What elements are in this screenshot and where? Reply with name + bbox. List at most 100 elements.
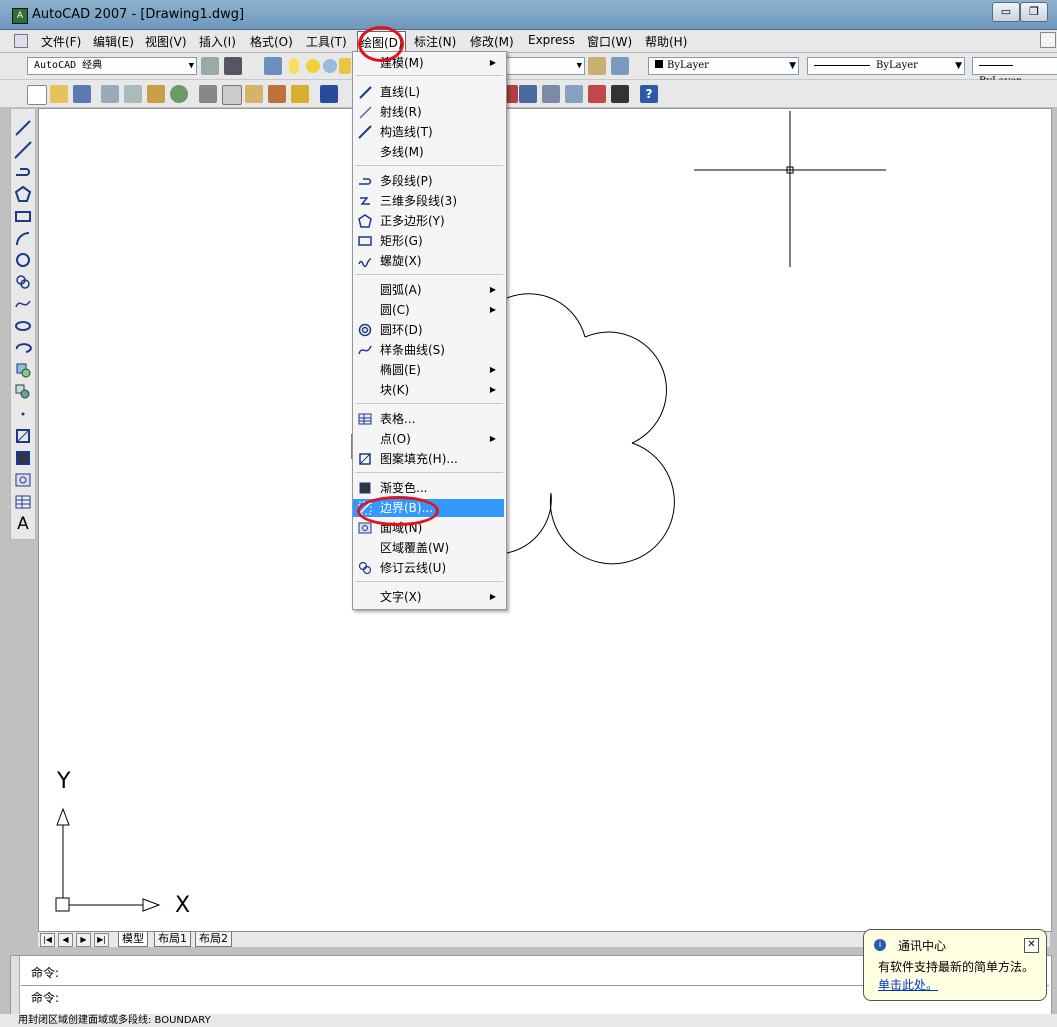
tab-layout2[interactable]: 布局2 [195, 932, 232, 947]
menu-item-donut[interactable]: 圆环(D) [353, 321, 504, 339]
copy-icon[interactable] [222, 85, 242, 105]
layer-previous-icon[interactable] [611, 57, 629, 75]
xline-icon[interactable] [14, 141, 32, 159]
polyline-icon[interactable] [14, 163, 32, 181]
properties-icon[interactable] [519, 85, 537, 103]
ellipse-icon[interactable] [14, 317, 32, 335]
freeze-icon[interactable] [323, 59, 337, 73]
menu-item-helix[interactable]: 螺旋(X) [353, 252, 504, 270]
table-icon[interactable] [14, 493, 32, 511]
menu-item-ellipse[interactable]: 椭圆(E) ▶ [353, 361, 504, 379]
tab-prev-button[interactable]: ◀ [58, 933, 73, 947]
save-icon[interactable] [73, 85, 91, 103]
publish-icon[interactable] [147, 85, 165, 103]
cut-icon[interactable] [199, 85, 217, 103]
line-icon[interactable] [14, 119, 32, 137]
region-icon[interactable] [14, 471, 32, 489]
menu-item-revcloud[interactable]: 修订云线(U) [353, 559, 504, 577]
restore-button[interactable]: ❐ [1020, 2, 1048, 22]
menu-item-xline[interactable]: 构造线(T) [353, 123, 504, 141]
multiline-text-icon[interactable]: A [14, 515, 32, 533]
markup-icon[interactable] [588, 85, 606, 103]
doc-restore-button[interactable] [1040, 32, 1056, 48]
help-icon[interactable]: ? [640, 85, 658, 103]
menu-help[interactable]: 帮助(H) [645, 33, 687, 50]
menu-item-gradient[interactable]: 渐变色... [353, 479, 504, 497]
menu-dimension[interactable]: 标注(N) [414, 33, 456, 50]
menu-item-wipeout[interactable]: 区域覆盖(W) [353, 539, 504, 557]
menu-item-arc[interactable]: 圆弧(A) ▶ [353, 281, 504, 299]
menu-item-table[interactable]: 表格... [353, 410, 504, 428]
arc-icon[interactable] [14, 229, 32, 247]
gradient-icon[interactable] [14, 449, 32, 467]
workspace-select[interactable]: AutoCAD 经典 ▼ [27, 57, 197, 75]
menu-insert[interactable]: 插入(I) [199, 33, 236, 50]
make-block-icon[interactable] [14, 383, 32, 401]
balloon-link[interactable]: 单击此处。 [878, 976, 938, 993]
tab-model[interactable]: 模型 [118, 932, 148, 947]
menu-format[interactable]: 格式(O) [250, 33, 293, 50]
menu-item-point[interactable]: 点(O) ▶ [353, 430, 504, 448]
workspace-settings-icon[interactable] [201, 57, 219, 75]
menu-modify[interactable]: 修改(M) [470, 33, 514, 50]
balloon-close-button[interactable]: ✕ [1024, 938, 1039, 953]
open-icon[interactable] [50, 85, 68, 103]
menu-tools[interactable]: 工具(T) [306, 33, 347, 50]
minimize-button[interactable]: ▭ [992, 2, 1020, 22]
publish-web-icon[interactable] [170, 85, 188, 103]
point-icon[interactable] [14, 405, 32, 423]
menu-item-pline[interactable]: 多段线(P) [353, 172, 504, 190]
sheet-set-icon[interactable] [565, 85, 583, 103]
menu-edit[interactable]: 编辑(E) [93, 33, 134, 50]
document-icon[interactable] [14, 34, 28, 48]
menu-item-hatch[interactable]: 图案填充(H)... [353, 450, 504, 468]
command-window-grip[interactable] [11, 956, 20, 1014]
new-icon[interactable] [27, 85, 47, 105]
lightbulb-icon[interactable] [289, 58, 299, 74]
drawing-canvas[interactable]: Y X [38, 108, 1052, 932]
make-layer-current-icon[interactable] [588, 57, 606, 75]
menu-item-spline[interactable]: 样条曲线(S) [353, 341, 504, 359]
circle-icon[interactable] [14, 251, 32, 269]
menu-express[interactable]: Express [528, 33, 575, 47]
menu-item-3dpoly[interactable]: 三维多段线(3) [353, 192, 504, 210]
sun-icon[interactable] [306, 59, 320, 73]
design-center-icon[interactable] [542, 85, 560, 103]
tab-layout1[interactable]: 布局1 [154, 932, 191, 947]
layer-manager-icon[interactable] [264, 57, 282, 75]
ellipse-arc-icon[interactable] [14, 339, 32, 357]
tab-first-button[interactable]: |◀ [40, 933, 55, 947]
calculator-icon[interactable] [611, 85, 629, 103]
menu-item-rectangle[interactable]: 矩形(G) [353, 232, 504, 250]
autocad-app-icon[interactable]: A [12, 8, 28, 24]
menu-item-block[interactable]: 块(K) ▶ [353, 381, 504, 399]
linetype-select[interactable]: ByLayer ▼ [807, 57, 965, 75]
menu-item-circle[interactable]: 圆(C) ▶ [353, 301, 504, 319]
menu-window[interactable]: 窗口(W) [587, 33, 632, 50]
plot-icon[interactable] [101, 85, 119, 103]
rectangle-icon[interactable] [14, 207, 32, 225]
color-select[interactable]: ByLayer ▼ [648, 57, 799, 75]
hatch-icon[interactable] [14, 427, 32, 445]
lineweight-select[interactable]: ByLayer [972, 57, 1057, 87]
plot-preview-icon[interactable] [124, 85, 142, 103]
menu-item-line[interactable]: 直线(L) [353, 83, 504, 101]
tab-last-button[interactable]: ▶| [94, 933, 109, 947]
tab-next-button[interactable]: ▶ [76, 933, 91, 947]
layer-select[interactable]: ▼ [505, 57, 585, 75]
menu-item-text[interactable]: 文字(X) ▶ [353, 588, 504, 606]
polygon-icon[interactable] [14, 185, 32, 203]
menu-item-ray[interactable]: 射线(R) [353, 103, 504, 121]
insert-block-icon[interactable] [14, 361, 32, 379]
menu-file[interactable]: 文件(F) [41, 33, 81, 50]
spline-icon[interactable] [14, 295, 32, 313]
paste-icon[interactable] [245, 85, 263, 103]
workspace-save-icon[interactable] [224, 57, 242, 75]
menu-view[interactable]: 视图(V) [145, 33, 187, 50]
menu-item-polygon[interactable]: 正多边形(Y) [353, 212, 504, 230]
undo-icon[interactable] [320, 85, 338, 103]
lock-icon[interactable] [339, 58, 351, 74]
revcloud-icon[interactable] [14, 273, 32, 291]
menu-item-mline[interactable]: 多线(M) [353, 143, 504, 161]
command-input[interactable]: 命令: [31, 989, 59, 1006]
